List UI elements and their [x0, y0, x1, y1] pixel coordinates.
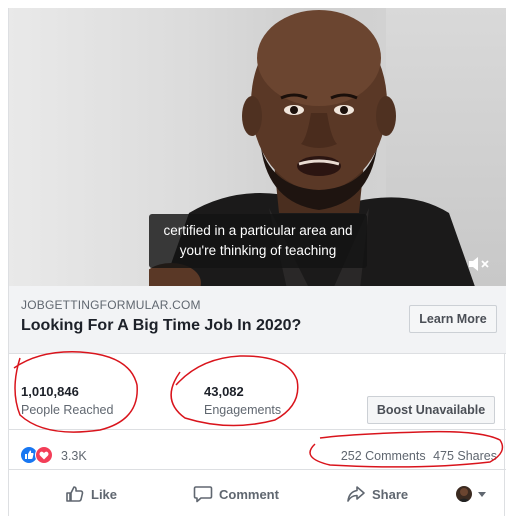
comment-label: Comment [219, 486, 279, 502]
people-reached-stat[interactable]: 1,010,846 People Reached [21, 384, 113, 417]
avatar [456, 486, 472, 502]
link-domain: JOBGETTINGFORMULAR.COM [21, 298, 201, 312]
video-player[interactable]: certified in a particular area and you'r… [9, 8, 506, 286]
chevron-down-icon [478, 491, 486, 497]
video-caption: certified in a particular area and you'r… [149, 214, 367, 268]
engagements-stat[interactable]: 43,082 Engagements [204, 384, 281, 417]
speaker-muted-icon[interactable] [467, 255, 491, 273]
page-selector[interactable] [456, 485, 496, 503]
thumbs-up-icon [66, 486, 84, 502]
reactions-bar: 3.3K 252 Comments 475 Shares [9, 430, 506, 470]
learn-more-button[interactable]: Learn More [409, 305, 497, 333]
shares-count-link[interactable]: 475 Shares [433, 449, 497, 463]
comment-button[interactable]: Comment [193, 484, 279, 504]
engagements-value: 43,082 [204, 384, 244, 399]
post-actions: Like Comment Share [9, 470, 506, 516]
caption-line-2: you're thinking of teaching [179, 243, 337, 258]
love-reaction-icon [35, 446, 53, 464]
comments-shares: 252 Comments 475 Shares [341, 449, 497, 463]
comment-bubble-icon [193, 486, 213, 503]
like-label: Like [91, 486, 118, 502]
link-preview[interactable]: JOBGETTINGFORMULAR.COM Looking For A Big… [9, 286, 506, 354]
reaction-count[interactable]: 3.3K [61, 449, 87, 463]
engagements-label: Engagements [204, 403, 282, 417]
post-insights: 1,010,846 People Reached 43,082 Engageme… [9, 354, 506, 430]
like-button[interactable]: Like [65, 484, 117, 504]
comments-count-link[interactable]: 252 Comments [341, 449, 426, 463]
like-reaction-icon [20, 446, 38, 464]
share-button[interactable]: Share [346, 484, 408, 504]
link-title[interactable]: Looking For A Big Time Job In 2020? [21, 317, 301, 335]
share-label: Share [372, 486, 409, 502]
reaction-icons[interactable] [20, 446, 60, 464]
post-card: certified in a particular area and you'r… [8, 8, 506, 516]
people-reached-value: 1,010,846 [21, 384, 79, 399]
caption-line-1: certified in a particular area and [163, 223, 353, 238]
share-arrow-icon [347, 486, 365, 502]
boost-unavailable-button[interactable]: Boost Unavailable [367, 396, 495, 424]
people-reached-label: People Reached [21, 403, 114, 417]
